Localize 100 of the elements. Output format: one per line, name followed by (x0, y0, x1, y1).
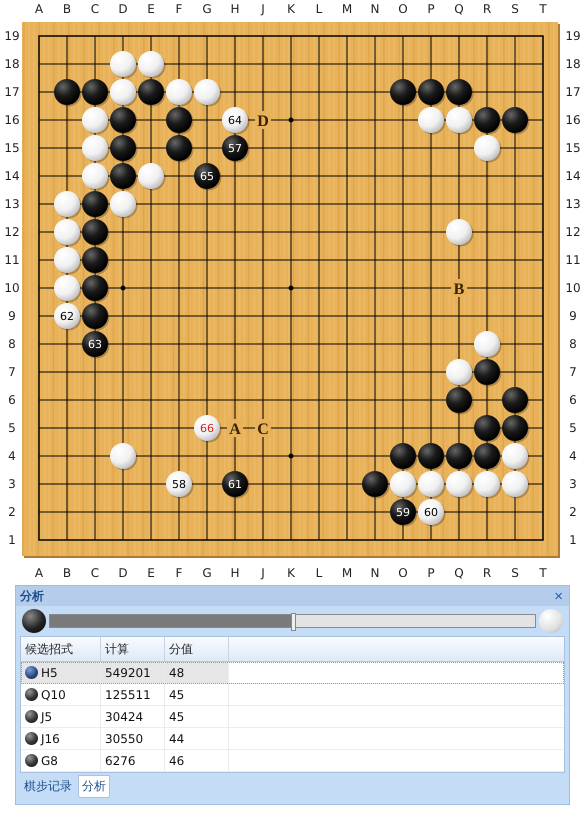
coordinate-label: A (34, 2, 44, 16)
stone[interactable] (474, 359, 500, 385)
panel-title: 分析 (20, 588, 44, 604)
table-cell: J5 (41, 710, 52, 724)
board-label: D (257, 113, 269, 130)
table-cell: 6276 (105, 754, 136, 768)
stone[interactable] (418, 499, 444, 525)
coordinate-label: B (62, 2, 72, 16)
stone[interactable] (502, 387, 528, 413)
panel-tab[interactable]: 棋步记录 (20, 775, 76, 798)
table-cell: 46 (169, 754, 184, 768)
stone[interactable] (390, 443, 416, 469)
close-button[interactable]: × (552, 588, 565, 604)
coordinate-label: D (118, 566, 128, 580)
table-cell: 30550 (105, 732, 144, 746)
column-header[interactable]: 分值 (165, 637, 229, 661)
table-cell: 125511 (105, 688, 151, 702)
column-header[interactable]: 计算 (101, 637, 165, 661)
stone[interactable] (82, 79, 108, 105)
stone[interactable] (474, 443, 500, 469)
candidate-row[interactable]: J5 30424 45 (21, 706, 564, 728)
table-cell: G8 (41, 754, 58, 768)
coordinate-label: K (287, 2, 295, 16)
coordinate-label: D (118, 2, 128, 16)
stone[interactable] (502, 107, 528, 133)
stone[interactable] (82, 275, 108, 301)
stone[interactable] (82, 191, 108, 217)
table-cell: J16 (41, 732, 60, 746)
candidate-row[interactable]: H5 549201 48 (21, 662, 564, 684)
stone[interactable] (54, 79, 80, 105)
board-label: C (257, 421, 269, 438)
table-cell: Q10 (41, 688, 66, 702)
coordinate-label: H (230, 2, 240, 16)
coordinate-label: P (427, 2, 435, 16)
coordinate-label: 9 (8, 309, 16, 323)
coordinate-label: T (539, 2, 547, 16)
stone[interactable] (446, 79, 472, 105)
stone[interactable] (82, 247, 108, 273)
coordinate-label: J (261, 566, 265, 580)
coordinate-label: 1 (569, 533, 577, 547)
coordinate-label: K (287, 566, 295, 580)
coordinate-label: M (342, 566, 352, 580)
stone[interactable] (474, 107, 500, 133)
move-number: 59 (396, 506, 410, 519)
coordinate-label: 15 (565, 141, 581, 155)
stone[interactable] (110, 163, 136, 189)
stone[interactable] (138, 79, 164, 105)
stone[interactable] (446, 387, 472, 413)
coordinate-label: G (202, 566, 212, 580)
stone[interactable] (82, 219, 108, 245)
coordinate-label: Q (454, 566, 464, 580)
stone[interactable] (222, 135, 248, 161)
table-cell: 45 (169, 710, 184, 724)
stone[interactable] (82, 331, 108, 357)
candidate-row[interactable]: G8 6276 46 (21, 750, 564, 772)
stone[interactable] (194, 163, 220, 189)
move-number: 64 (228, 114, 242, 127)
stone[interactable] (110, 135, 136, 161)
panel-tab[interactable]: 分析 (78, 775, 110, 798)
move-number: 66 (200, 422, 214, 435)
stone[interactable] (222, 471, 248, 497)
stone[interactable] (390, 499, 416, 525)
stone[interactable] (166, 135, 192, 161)
coordinate-label: 11 (4, 253, 20, 267)
coordinate-label: 7 (8, 365, 16, 379)
stone[interactable] (362, 471, 388, 497)
coordinate-label: S (511, 2, 519, 16)
move-number: 60 (424, 506, 438, 519)
stone[interactable] (446, 443, 472, 469)
coordinate-label: Q (454, 2, 464, 16)
coordinate-label: 5 (8, 421, 16, 435)
move-number: 65 (200, 170, 214, 183)
coordinate-label: A (34, 566, 44, 580)
stone[interactable] (418, 79, 444, 105)
coordinate-label: L (316, 566, 322, 580)
column-header[interactable]: 候选招式 (21, 637, 101, 661)
coordinate-label: 14 (565, 169, 581, 183)
stone[interactable] (502, 415, 528, 441)
stone[interactable] (166, 471, 192, 497)
coordinate-label: O (398, 566, 408, 580)
move-number: 57 (228, 142, 242, 155)
stone[interactable] (110, 107, 136, 133)
stone[interactable] (82, 303, 108, 329)
stone[interactable] (418, 443, 444, 469)
coordinate-label: 12 (4, 225, 20, 239)
stone[interactable] (54, 303, 80, 329)
stone[interactable] (474, 415, 500, 441)
candidate-row[interactable]: Q10 125511 45 (21, 684, 564, 706)
board-label: A (229, 421, 241, 438)
coordinate-label: 17 (4, 85, 20, 99)
stone[interactable] (222, 107, 248, 133)
candidate-row[interactable]: J16 30550 44 (21, 728, 564, 750)
coordinate-label: F (176, 2, 182, 16)
stone[interactable] (166, 107, 192, 133)
stone-icon (539, 609, 563, 633)
stone[interactable] (390, 79, 416, 105)
balance-slider[interactable] (49, 614, 536, 628)
coordinate-label: N (370, 2, 380, 16)
coordinate-label: 15 (4, 141, 20, 155)
slider-thumb[interactable] (290, 613, 296, 631)
